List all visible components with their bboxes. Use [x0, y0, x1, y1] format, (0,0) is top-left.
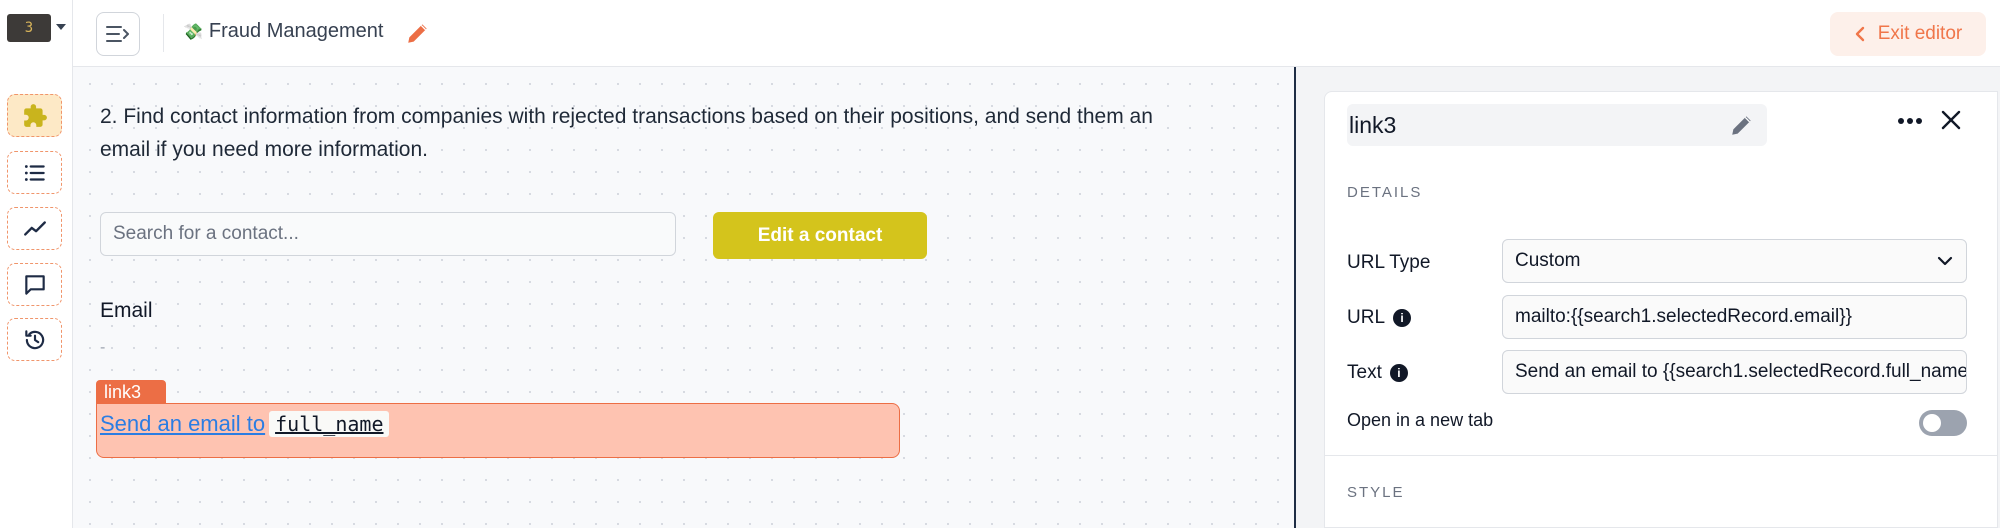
- chat-icon: [24, 274, 45, 295]
- details-section-header: DETAILS: [1347, 184, 1423, 201]
- new-tab-toggle[interactable]: [1919, 410, 1967, 436]
- style-section-header: STYLE: [1347, 484, 1405, 501]
- new-tab-label: Open in a new tab: [1347, 410, 1494, 430]
- full-name-chip: full_name: [269, 411, 390, 437]
- app-logo[interactable]: 3: [7, 14, 51, 42]
- sidebar-toggle-icon: [106, 26, 129, 42]
- inspector-panel: link3 DETAILS URL Type Custom URL i mail…: [1324, 91, 1998, 528]
- text-label: Text i: [1347, 362, 1408, 384]
- email-value: -: [100, 339, 106, 356]
- inspector-area: link3 DETAILS URL Type Custom URL i mail…: [1294, 67, 2000, 528]
- top-bar: 💸 Fraud Management Exit editor: [73, 0, 2000, 67]
- components-button[interactable]: [7, 94, 62, 137]
- money-icon: 💸: [183, 23, 203, 41]
- chevron-left-icon: [1855, 26, 1864, 42]
- app-title[interactable]: 💸 Fraud Management: [183, 20, 383, 43]
- editor-canvas[interactable]: 2. Find contact information from compani…: [73, 67, 1294, 528]
- url-input[interactable]: mailto:{{search1.selectedRecord.email}}: [1502, 295, 1967, 339]
- exit-editor-button[interactable]: Exit editor: [1830, 12, 1986, 56]
- left-rail: 3: [0, 0, 73, 528]
- queries-button[interactable]: [7, 151, 62, 194]
- instruction-text: 2. Find contact information from compani…: [100, 105, 1153, 161]
- component-name: link3: [1349, 112, 1397, 138]
- text-input[interactable]: Send an email to {{search1.selectedRecor…: [1502, 350, 1967, 394]
- divider: [163, 14, 164, 52]
- contact-search-input[interactable]: [100, 212, 676, 256]
- list-icon: [24, 164, 45, 181]
- email-link-text: Send an email to: [100, 411, 266, 436]
- divider: [1325, 455, 1997, 456]
- close-icon[interactable]: [1939, 108, 1963, 137]
- url-type-value: Custom: [1515, 250, 1581, 271]
- history-button[interactable]: [7, 318, 62, 361]
- url-type-label: URL Type: [1347, 252, 1431, 273]
- selected-component-tag[interactable]: link3: [96, 380, 166, 404]
- app-title-text: Fraud Management: [208, 20, 384, 42]
- pencil-icon[interactable]: [1729, 112, 1755, 143]
- email-label: Email: [100, 299, 153, 322]
- toggle-knob: [1923, 414, 1941, 432]
- url-label: URL i: [1347, 307, 1412, 329]
- pencil-icon: [408, 24, 427, 43]
- url-type-select[interactable]: Custom: [1502, 239, 1967, 283]
- comments-button[interactable]: [7, 263, 62, 306]
- info-icon[interactable]: i: [1393, 309, 1412, 327]
- sidebar-toggle-button[interactable]: [96, 12, 140, 56]
- link3-component[interactable]: Send an email to full_name: [96, 403, 900, 458]
- puzzle-icon: [23, 103, 47, 127]
- more-options-icon[interactable]: [1897, 112, 1923, 130]
- email-link[interactable]: Send an email to full_name: [100, 411, 390, 437]
- component-name-field[interactable]: link3: [1347, 104, 1767, 146]
- chevron-down-icon[interactable]: [56, 24, 66, 30]
- rename-app-button[interactable]: [405, 20, 431, 51]
- edit-contact-button[interactable]: Edit a contact: [713, 212, 927, 259]
- chevron-down-icon: [1937, 256, 1953, 266]
- info-icon[interactable]: i: [1389, 364, 1408, 382]
- history-icon: [24, 329, 44, 349]
- trend-icon: [23, 220, 46, 236]
- analytics-button[interactable]: [7, 207, 62, 250]
- exit-editor-label: Exit editor: [1877, 23, 1963, 44]
- app-logo-text: 3: [24, 20, 34, 36]
